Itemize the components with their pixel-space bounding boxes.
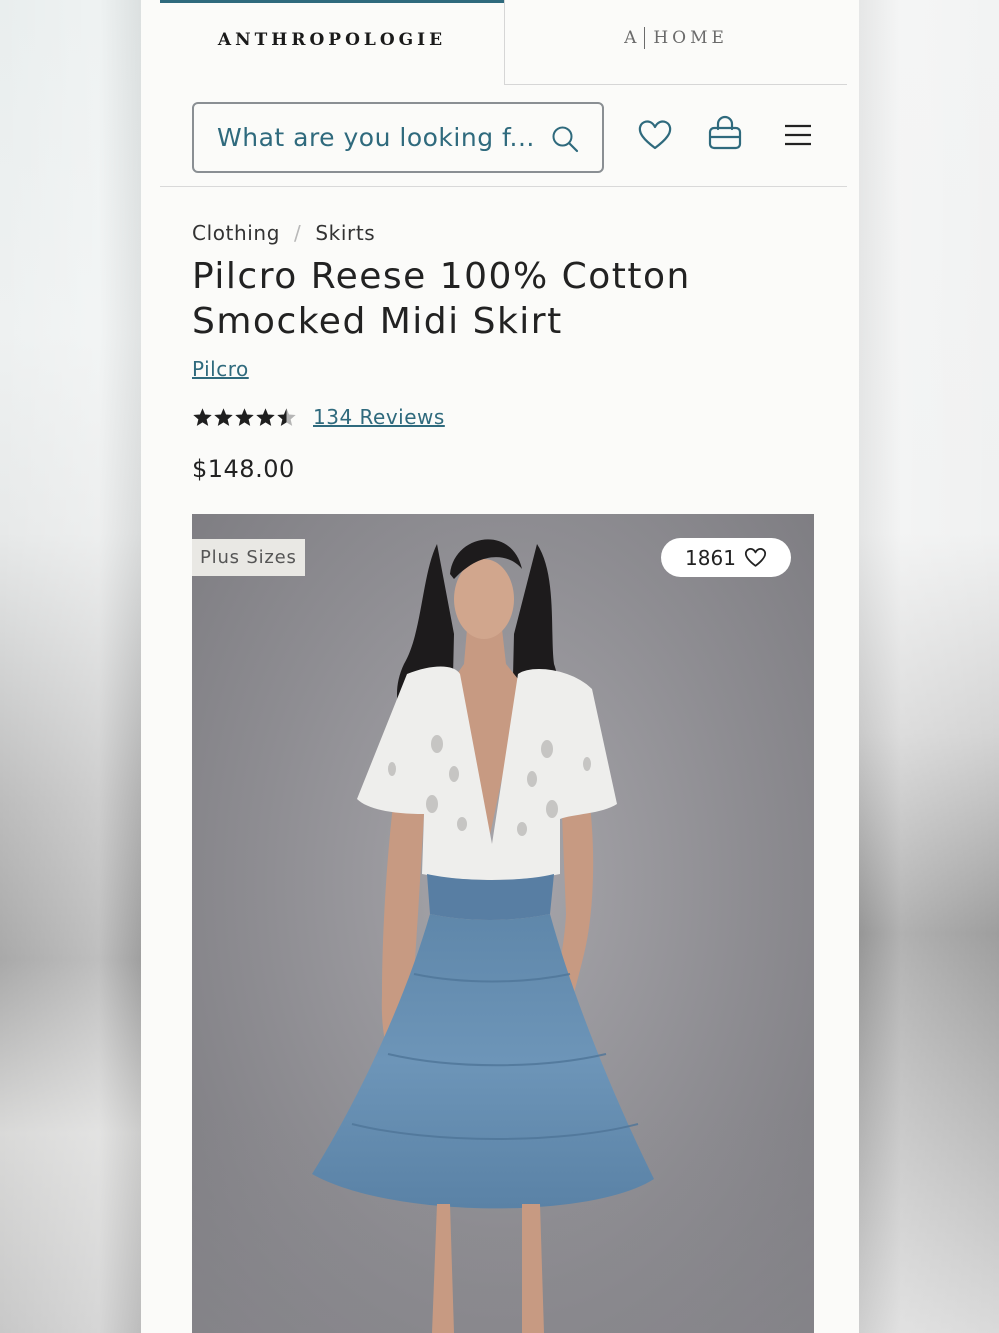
favorite-count-button[interactable]: 1861	[661, 538, 791, 577]
brand-tabs: ANTHROPOLOGIE A HOME	[160, 0, 847, 85]
search-box	[192, 102, 604, 173]
product-title-line2: Smocked Midi Skirt	[192, 301, 563, 342]
hamburger-menu-icon[interactable]	[780, 117, 816, 153]
product-image[interactable]: Plus Sizes 1861	[192, 514, 814, 1333]
product-price: $148.00	[192, 455, 295, 483]
heart-icon	[744, 547, 767, 567]
background-right	[859, 0, 999, 1333]
star-icon	[256, 407, 275, 426]
tab-a-home-label: HOME	[653, 28, 728, 48]
breadcrumb-skirts[interactable]: Skirts	[315, 221, 375, 245]
brand-link[interactable]: Pilcro	[192, 357, 249, 381]
reviews-link[interactable]: 134 Reviews	[313, 405, 445, 429]
heart-icon[interactable]	[637, 117, 673, 153]
mobile-page: ANTHROPOLOGIE A HOME What are you lookin…	[141, 0, 859, 1333]
breadcrumb-clothing[interactable]: Clothing	[192, 221, 280, 245]
background-left	[0, 0, 141, 1333]
search-input[interactable]	[217, 123, 552, 152]
star-icon	[193, 407, 212, 426]
model-illustration	[192, 539, 814, 1333]
tab-anthropologie[interactable]: ANTHROPOLOGIE	[160, 0, 504, 85]
star-rating	[192, 407, 297, 428]
plus-sizes-badge: Plus Sizes	[192, 539, 305, 576]
site-header	[160, 85, 847, 187]
product-title: Pilcro Reese 100% Cotton Smocked Midi Sk…	[192, 254, 752, 344]
rating-row: 134 Reviews	[192, 400, 445, 434]
star-icon	[214, 407, 233, 426]
search-icon[interactable]	[550, 124, 580, 154]
breadcrumb-separator: /	[294, 221, 302, 245]
product-title-line1: Pilcro Reese 100% Cotton	[192, 256, 691, 297]
star-icon	[277, 407, 296, 426]
tab-anthropologie-label: ANTHROPOLOGIE	[217, 30, 447, 50]
shopping-bag-icon[interactable]	[707, 115, 743, 151]
breadcrumb: Clothing / Skirts	[192, 221, 375, 245]
favorite-count: 1861	[685, 545, 736, 570]
tab-a-home[interactable]: A HOME	[504, 0, 847, 85]
star-icon	[235, 407, 254, 426]
tab-a-home-letter: A	[624, 28, 641, 48]
tab-divider	[644, 27, 646, 49]
